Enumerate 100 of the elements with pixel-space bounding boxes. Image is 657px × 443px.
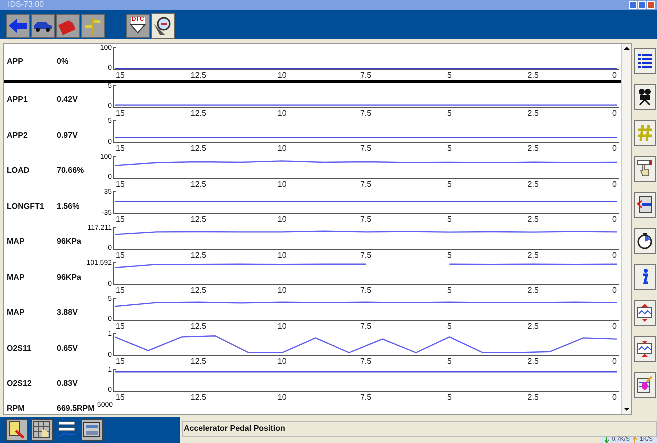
x-axis-label: 12.5 bbox=[190, 357, 206, 366]
parameter-name: MAP bbox=[6, 272, 26, 284]
minimize-button[interactable] bbox=[629, 0, 637, 9]
x-axis-label: 10 bbox=[278, 215, 287, 224]
side-tool-button[interactable] bbox=[634, 84, 656, 110]
x-axis-label: 7.5 bbox=[360, 357, 372, 366]
stopwatch-icon bbox=[637, 232, 653, 250]
x-axis-label: 12.5 bbox=[190, 70, 206, 80]
x-axis-label: 15 bbox=[116, 144, 125, 153]
scrollbar[interactable] bbox=[621, 44, 631, 414]
hash-icon bbox=[637, 124, 653, 142]
x-axis-label: 7.5 bbox=[360, 108, 372, 118]
toolbar-tab[interactable] bbox=[81, 14, 105, 38]
x-axis-label: 7.5 bbox=[360, 144, 372, 153]
x-axis-label: 2.5 bbox=[528, 250, 539, 260]
parameter-value: 70.66% bbox=[57, 165, 84, 178]
toolbar-tab[interactable] bbox=[151, 12, 175, 38]
parameter-value: 0.65V bbox=[57, 342, 79, 355]
parameter-name: APP1 bbox=[6, 94, 29, 106]
grid-hand-icon bbox=[33, 421, 51, 439]
x-axis-label: 7.5 bbox=[360, 215, 372, 224]
shrink-graph-icon bbox=[637, 340, 653, 358]
x-axis-label: 7.5 bbox=[360, 392, 372, 402]
side-tool-button[interactable] bbox=[634, 48, 656, 74]
parameter-name: O2S12 bbox=[6, 378, 33, 390]
x-axis-label: 0 bbox=[612, 180, 617, 188]
x-axis-label: 10 bbox=[278, 180, 287, 188]
x-axis-label: 7.5 bbox=[360, 70, 372, 80]
x-axis-label: 2.5 bbox=[528, 215, 539, 224]
x-axis-label: 15 bbox=[116, 180, 125, 188]
x-axis-label: 5 bbox=[447, 215, 452, 224]
x-axis-label: 15 bbox=[116, 322, 125, 330]
graph-rows-icon bbox=[58, 421, 76, 439]
side-tool-button[interactable] bbox=[634, 264, 656, 290]
x-axis-label: 7.5 bbox=[360, 322, 372, 330]
x-axis-label: 15 bbox=[116, 215, 125, 224]
stacked-pages-icon bbox=[637, 196, 653, 214]
x-axis-label: 5 bbox=[447, 322, 452, 330]
notebook-pencil-icon bbox=[8, 421, 26, 439]
funnel-icon bbox=[130, 24, 146, 34]
parameter-name: O2S11 bbox=[6, 342, 32, 355]
close-button[interactable] bbox=[647, 0, 655, 9]
side-tool-button[interactable] bbox=[634, 336, 656, 362]
side-tool-button[interactable] bbox=[634, 228, 656, 254]
x-axis-label: 12.5 bbox=[190, 144, 206, 153]
parameter-value: 1.56% bbox=[57, 200, 81, 213]
x-axis-label: 7.5 bbox=[360, 250, 372, 260]
x-axis-label: 12.5 bbox=[190, 322, 206, 330]
x-axis-label: 12.5 bbox=[190, 250, 206, 260]
x-axis-label: 0 bbox=[612, 215, 617, 224]
x-axis-label: 5 bbox=[447, 250, 452, 260]
x-axis-label: 7.5 bbox=[360, 180, 372, 188]
x-axis-label: 0 bbox=[612, 70, 617, 80]
x-axis-label: 0 bbox=[612, 108, 617, 118]
bottom-tool-button[interactable] bbox=[81, 419, 103, 441]
parameter-name: LOAD bbox=[6, 165, 31, 178]
x-axis-label: 0 bbox=[612, 286, 617, 295]
x-axis-label: 0 bbox=[612, 322, 617, 330]
bottom-tool-button[interactable] bbox=[6, 419, 28, 441]
parameter-name: RPM bbox=[6, 403, 26, 414]
down-arrow-icon bbox=[604, 437, 609, 443]
x-axis-label: 0 bbox=[612, 392, 617, 402]
restore-button[interactable] bbox=[638, 0, 646, 9]
side-tool-button[interactable] bbox=[634, 372, 656, 398]
x-axis-label: 2.5 bbox=[528, 322, 539, 330]
parameter-value: 96KPa bbox=[57, 272, 82, 284]
status-text: Accelerator Pedal Position bbox=[182, 421, 657, 437]
side-tool-button[interactable] bbox=[634, 192, 656, 218]
up-arrow-icon bbox=[632, 437, 637, 443]
x-axis-label: 5 bbox=[447, 144, 452, 153]
x-axis-label: 12.5 bbox=[190, 286, 206, 295]
x-axis-label: 0 bbox=[612, 357, 617, 366]
side-tool-button[interactable] bbox=[634, 300, 656, 326]
x-axis-label: 5 bbox=[447, 392, 452, 402]
x-axis-label: 10 bbox=[278, 286, 287, 295]
parameter-value: 96KPa bbox=[57, 236, 82, 248]
panel-display-icon bbox=[83, 421, 101, 439]
paintbrush-icon bbox=[637, 376, 653, 394]
x-axis-label: 10 bbox=[278, 144, 287, 153]
x-axis-label: 10 bbox=[278, 392, 287, 402]
x-axis-label: 5 bbox=[447, 286, 452, 295]
signpost-icon bbox=[84, 16, 102, 36]
scroll-down-icon[interactable] bbox=[624, 408, 630, 411]
toolbox-icon bbox=[58, 16, 78, 36]
x-axis-label: 10 bbox=[278, 250, 287, 260]
x-axis-label: 15 bbox=[116, 392, 125, 402]
x-axis-label: 7.5 bbox=[360, 286, 372, 295]
x-axis-label: 2.5 bbox=[528, 286, 539, 295]
x-axis-label: 5 bbox=[447, 70, 452, 80]
x-axis-label: 10 bbox=[278, 357, 287, 366]
hand-pointer-icon bbox=[637, 160, 653, 178]
x-axis-label: 2.5 bbox=[528, 357, 539, 366]
x-axis-label: 12.5 bbox=[190, 392, 206, 402]
scroll-up-icon[interactable] bbox=[624, 46, 630, 50]
side-tool-button[interactable] bbox=[634, 156, 656, 182]
toolbar-tab[interactable] bbox=[31, 14, 55, 38]
parameter-name: MAP bbox=[6, 236, 26, 248]
x-axis-label: 0 bbox=[612, 144, 617, 153]
bottom-tool-button[interactable] bbox=[31, 419, 53, 441]
window-title: IDS-73.00 bbox=[7, 0, 44, 10]
